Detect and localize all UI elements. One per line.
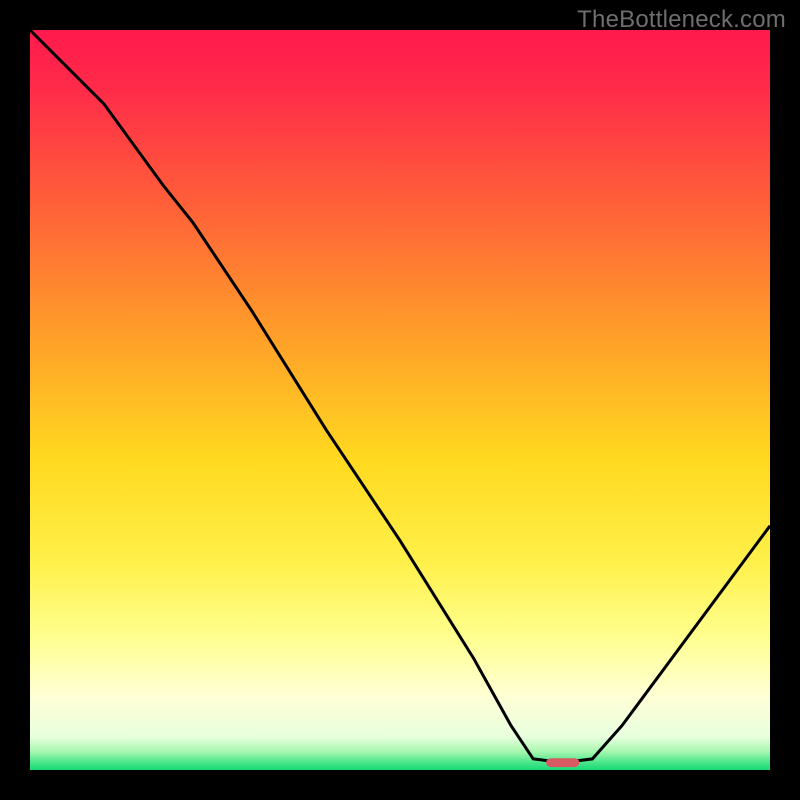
chart-svg	[30, 30, 770, 770]
chart-background-gradient	[30, 30, 770, 770]
optimal-marker	[546, 758, 579, 767]
chart-plot-area	[30, 30, 770, 770]
